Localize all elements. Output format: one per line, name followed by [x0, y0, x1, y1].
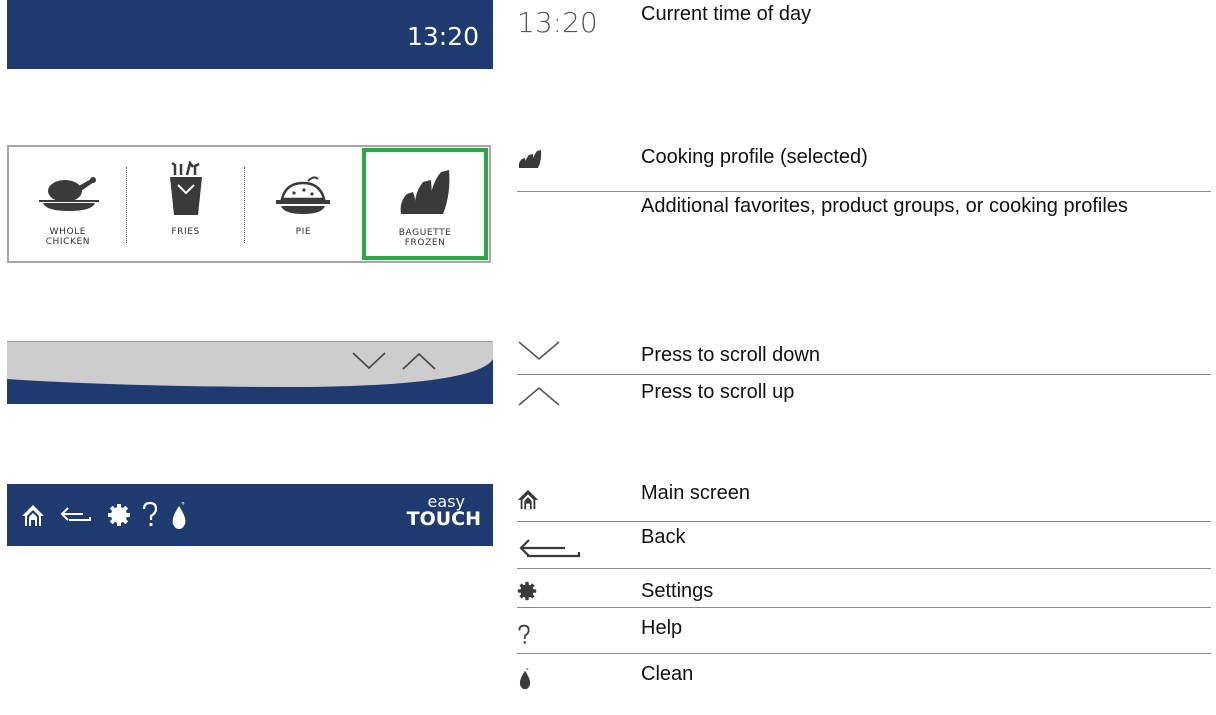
legend-row-scroll-down: Press to scroll down — [517, 336, 1211, 375]
legend-row-back: Back — [517, 522, 1211, 569]
clean-drop-icon: ° — [172, 501, 186, 529]
nav-bar: ° easy TOUCH — [7, 484, 493, 546]
legend-row-help: Help — [517, 608, 1211, 654]
roast-chicken-icon — [37, 159, 99, 217]
svg-text:°: ° — [526, 666, 529, 674]
legend-row-cooking-profile: Cooking profile (selected) — [517, 136, 1211, 192]
status-bar: 13:20 — [7, 0, 493, 69]
legend-text: Press to scroll up — [641, 381, 795, 403]
legend-text: Back — [641, 526, 686, 548]
legend-text: Additional favorites, product groups, or… — [641, 195, 1128, 217]
fries-icon — [166, 159, 206, 217]
profile-tile-baguette-frozen[interactable]: BAGUETTE FROZEN — [362, 148, 488, 260]
scroll-bar — [7, 341, 493, 404]
legend-row-main-screen: Main screen — [517, 476, 1211, 522]
legend-text: Clean — [641, 663, 694, 685]
gear-icon — [108, 504, 130, 526]
chevron-up-icon — [517, 385, 627, 421]
legend-text: Main screen — [641, 482, 750, 504]
legend-row-settings: Settings — [517, 569, 1211, 608]
legend-text: Settings — [641, 580, 714, 602]
clean-button[interactable]: ° — [169, 498, 189, 532]
time-symbol: 13:20 — [517, 6, 598, 39]
scroll-up-button[interactable] — [401, 351, 437, 371]
home-button[interactable] — [21, 498, 45, 532]
chevron-up-icon — [402, 352, 436, 370]
help-button[interactable] — [141, 498, 159, 532]
back-button[interactable] — [59, 498, 93, 532]
clock: 13:20 — [406, 22, 479, 51]
legend-text: Current time of day — [641, 3, 812, 25]
question-icon — [142, 501, 158, 526]
clean-drop-icon: ° — [517, 664, 627, 714]
settings-button[interactable] — [107, 498, 131, 532]
profile-label: PIE — [295, 227, 312, 237]
chevron-down-icon — [352, 352, 386, 370]
chevron-down-icon — [517, 340, 627, 378]
back-arrow-icon — [60, 507, 91, 521]
svg-text:°: ° — [181, 501, 185, 510]
legend-text: Help — [641, 617, 683, 639]
profile-tile-whole-chicken[interactable]: WHOLE CHICKEN — [9, 147, 127, 261]
legend-row-time: 13:20 Current time of day — [517, 0, 1211, 40]
scroll-down-button[interactable] — [351, 351, 387, 371]
legend-row-scroll-up: Press to scroll up — [517, 375, 1211, 411]
profile-strip: WHOLE CHICKEN FRIES PIE BAGUETTE FROZEN — [7, 145, 491, 263]
baguette-icon — [397, 160, 453, 218]
profile-label: WHOLE CHICKEN — [45, 227, 91, 247]
profile-tile-pie[interactable]: PIE — [245, 147, 363, 261]
legend-text: Press to scroll down — [641, 344, 820, 366]
brand-logo: easy TOUCH — [406, 492, 481, 530]
legend-row-clean: ° Clean — [517, 654, 1211, 704]
pie-icon — [274, 159, 332, 217]
legend-text: Cooking profile (selected) — [641, 146, 868, 168]
profile-label: FRIES — [171, 227, 200, 237]
profile-label: BAGUETTE FROZEN — [398, 228, 452, 248]
home-icon — [22, 505, 44, 526]
profile-tile-fries[interactable]: FRIES — [127, 147, 245, 261]
legend-row-additional: Additional favorites, product groups, or… — [517, 195, 1211, 251]
